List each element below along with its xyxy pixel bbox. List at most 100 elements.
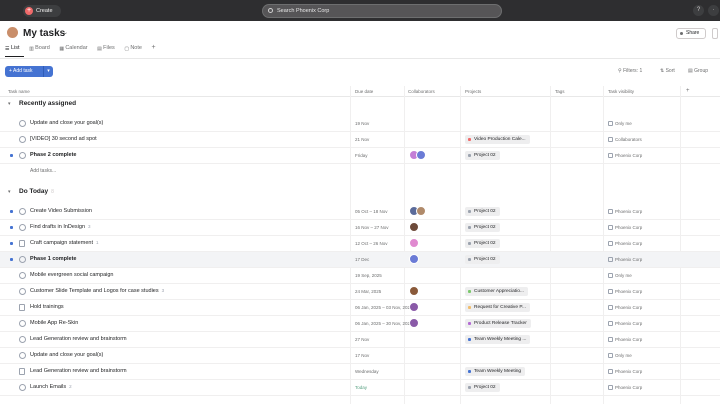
chevron-down-icon[interactable]: ▾ xyxy=(8,189,11,195)
complete-checkbox[interactable] xyxy=(19,272,26,279)
task-name[interactable]: Update and close your goal(s) xyxy=(30,352,103,358)
project-pill[interactable]: Team Weekly Meeting xyxy=(465,367,526,376)
chevron-down-icon[interactable]: ▾ xyxy=(43,66,53,77)
create-button[interactable]: + Create xyxy=(23,5,61,17)
task-name[interactable]: Launch Emails 2 xyxy=(30,384,72,390)
sort-button[interactable]: ⇅ Sort xyxy=(660,68,675,74)
task-name[interactable]: Lead Generation review and brainstorm xyxy=(30,336,127,342)
due-date[interactable]: Wednesday xyxy=(355,369,379,374)
due-date[interactable]: 27 Nov xyxy=(355,337,369,342)
table-row[interactable]: Update and close your goal(s) 19 Nov Only … xyxy=(0,116,720,132)
table-row[interactable]: Mobile App Re-Skin 06 Jan, 2025 – 30 Nov,… xyxy=(0,316,720,332)
table-row[interactable]: Lead Generation review and brainstorm 27 … xyxy=(0,332,720,348)
due-date[interactable]: 16 Nov – 27 Nov xyxy=(355,225,389,230)
collaborators[interactable] xyxy=(409,302,419,313)
drag-handle[interactable] xyxy=(10,226,13,229)
task-name[interactable]: Customer Slide Template and Logos for ca… xyxy=(30,288,164,294)
table-row[interactable]: Find drafts in InDesign 3 16 Nov – 27 Nov P… xyxy=(0,220,720,236)
task-name[interactable]: Phase 2 complete xyxy=(30,152,76,158)
due-date[interactable]: Today xyxy=(355,385,367,390)
collaborators[interactable] xyxy=(409,286,419,297)
task-name[interactable]: Phase 1 complete xyxy=(30,256,76,262)
drag-handle[interactable] xyxy=(10,258,13,261)
task-name[interactable]: Hold trainings xyxy=(30,304,64,310)
filter-button[interactable]: ⚲ Filters: 1 xyxy=(618,68,642,74)
column-header-visibility[interactable]: Task visibility xyxy=(608,89,634,94)
search-input[interactable]: Search Phoenix Corp xyxy=(262,4,502,18)
project-pill[interactable]: Project 02 xyxy=(465,151,500,160)
drag-handle[interactable] xyxy=(10,210,13,213)
more-options-button[interactable] xyxy=(712,28,718,39)
due-date[interactable]: 24 Mar, 2025 xyxy=(355,289,381,294)
drag-handle[interactable] xyxy=(10,154,13,157)
group-button[interactable]: ▤ Group xyxy=(688,68,708,74)
task-name[interactable]: Find drafts in InDesign 3 xyxy=(30,224,91,230)
complete-checkbox[interactable] xyxy=(19,352,26,359)
complete-checkbox[interactable] xyxy=(19,208,26,215)
add-tab-icon[interactable]: + xyxy=(151,44,155,51)
project-pill[interactable]: Request for Creative P... xyxy=(465,303,530,312)
task-name[interactable]: Mobile evergreen social campaign xyxy=(30,272,113,278)
tab-files[interactable]: ▤ Files xyxy=(97,45,115,52)
tab-note[interactable]: ▢ Note xyxy=(124,45,142,52)
project-pill[interactable]: Project 02 xyxy=(465,239,500,248)
collaborators[interactable] xyxy=(409,206,426,217)
project-pill[interactable]: Team Weekly Meeting ... xyxy=(465,335,531,344)
complete-checkbox[interactable] xyxy=(19,336,26,343)
add-task-button[interactable]: + Add task ▾ xyxy=(5,66,53,77)
due-date[interactable]: Friday xyxy=(355,153,368,158)
tab-calendar[interactable]: ▦ Calendar xyxy=(59,45,87,52)
table-row[interactable]: Update and close your goal(s) 17 Nov Only … xyxy=(0,348,720,364)
table-row[interactable]: Mobile evergreen social campaign 19 Sep, … xyxy=(0,268,720,284)
help-icon[interactable]: ? xyxy=(693,5,704,16)
task-name[interactable]: Lead Generation review and brainstorm xyxy=(30,368,127,374)
collaborators[interactable] xyxy=(409,238,419,249)
complete-checkbox[interactable] xyxy=(19,384,26,391)
complete-checkbox[interactable] xyxy=(19,320,26,327)
task-name[interactable]: Create Video Submission xyxy=(30,208,92,214)
table-row[interactable]: [VIDEO] 30 second ad spot 21 Nov Video Pro… xyxy=(0,132,720,148)
task-name[interactable]: Mobile App Re-Skin xyxy=(30,320,78,326)
add-task-label[interactable]: + Add task xyxy=(5,66,43,77)
table-row[interactable]: Customer Slide Template and Logos for ca… xyxy=(0,284,720,300)
project-pill[interactable]: Project 02 xyxy=(465,207,500,216)
complete-checkbox[interactable] xyxy=(19,256,26,263)
collaborators[interactable] xyxy=(409,150,426,161)
due-date[interactable]: 17 Nov xyxy=(355,353,369,358)
table-row[interactable]: Launch Emails 2 Today Project 02 Phoenix Cor… xyxy=(0,380,720,396)
due-date[interactable]: 21 Nov xyxy=(355,137,369,142)
add-tasks-link[interactable]: Add tasks... xyxy=(30,168,56,174)
complete-checkbox[interactable] xyxy=(19,136,26,143)
complete-checkbox[interactable] xyxy=(19,152,26,159)
due-date[interactable]: 05 Oct – 18 Nov xyxy=(355,209,388,214)
subtask-icon[interactable] xyxy=(19,368,25,375)
task-name[interactable]: [VIDEO] 30 second ad spot xyxy=(30,136,97,142)
subtask-icon[interactable] xyxy=(19,240,25,247)
share-button[interactable]: Share xyxy=(676,28,706,39)
due-date[interactable]: 12 Oct – 26 Nov xyxy=(355,241,388,246)
collaborators[interactable] xyxy=(409,318,419,329)
add-column-icon[interactable]: + xyxy=(686,88,690,94)
column-header-task-name[interactable]: Task name xyxy=(8,89,30,94)
due-date[interactable]: 06 Jan, 2025 – 30 Nov, 2025 xyxy=(355,321,412,326)
chevron-down-icon[interactable]: ⌄ xyxy=(63,29,68,36)
column-header-collaborators[interactable]: Collaborators xyxy=(408,89,435,94)
avatar[interactable] xyxy=(7,27,18,38)
project-pill[interactable]: Project 02 xyxy=(465,383,500,392)
tab-board[interactable]: ▥ Board xyxy=(29,45,50,52)
complete-checkbox[interactable] xyxy=(19,224,26,231)
project-pill[interactable]: Project 02 xyxy=(465,255,500,264)
account-icon[interactable]: · xyxy=(708,5,719,16)
table-row[interactable]: Phase 2 complete Friday Project 02 Phoenix … xyxy=(0,148,720,164)
column-header-projects[interactable]: Projects xyxy=(465,89,481,94)
project-pill[interactable]: Project 02 xyxy=(465,223,500,232)
table-row[interactable]: Phase 1 complete 17 Dec Project 02 Phoenix … xyxy=(0,252,720,268)
table-row[interactable]: Create Video Submission 05 Oct – 18 Nov Pr… xyxy=(0,204,720,220)
collaborators[interactable] xyxy=(409,254,419,265)
collaborators[interactable] xyxy=(409,222,419,233)
tab-list[interactable]: ☰ List xyxy=(5,45,20,52)
task-name[interactable]: Update and close your goal(s) xyxy=(30,120,103,126)
project-pill[interactable]: Customer Appreciatio... xyxy=(465,287,528,296)
project-pill[interactable]: Product Release Tracker xyxy=(465,319,531,328)
due-date[interactable]: 17 Dec xyxy=(355,257,369,262)
